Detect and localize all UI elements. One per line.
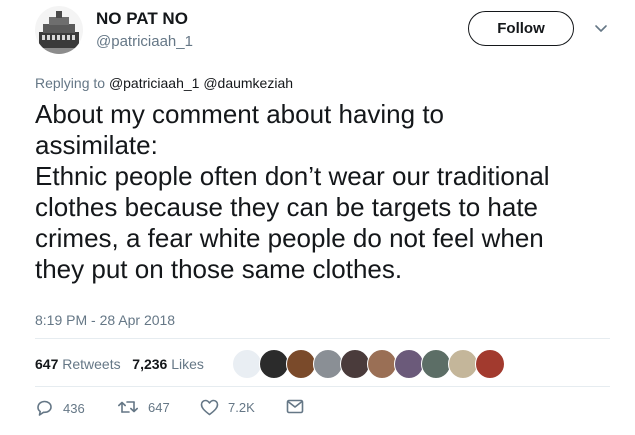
liker-avatar[interactable] bbox=[313, 349, 343, 379]
reply-count: 436 bbox=[63, 400, 85, 416]
likes-count: 7,236 bbox=[132, 356, 168, 372]
liker-avatar[interactable] bbox=[448, 349, 478, 379]
user-handle[interactable]: @patriciaah_1 bbox=[96, 33, 193, 50]
liker-avatar[interactable] bbox=[340, 349, 370, 379]
direct-message-action[interactable] bbox=[286, 399, 304, 414]
replying-to-label: Replying to bbox=[35, 75, 106, 91]
liker-avatar[interactable] bbox=[475, 349, 505, 379]
liker-avatars bbox=[232, 349, 505, 379]
tweet-text-line: Ethnic people often don’t wear our tradi… bbox=[35, 161, 550, 191]
retweets-count: 647 bbox=[35, 356, 59, 372]
reply-icon bbox=[37, 400, 52, 416]
tweet-text-line: About my comment about having to bbox=[35, 99, 445, 129]
avatar[interactable] bbox=[35, 6, 83, 54]
likes-label: Likes bbox=[171, 356, 204, 372]
liker-avatar[interactable] bbox=[367, 349, 397, 379]
tweet-text: About my comment about having to assimil… bbox=[35, 99, 625, 285]
heart-icon bbox=[200, 399, 219, 416]
reply-action[interactable]: 436 bbox=[35, 399, 85, 417]
reply-mention-link[interactable]: @daumkeziah bbox=[203, 75, 293, 91]
liker-avatar[interactable] bbox=[421, 349, 451, 379]
chevron-down-icon[interactable] bbox=[594, 24, 608, 34]
profile-avatar-image bbox=[35, 6, 83, 54]
retweets-label: Retweets bbox=[62, 356, 121, 372]
divider bbox=[35, 338, 610, 339]
follow-button[interactable]: Follow bbox=[468, 11, 574, 46]
retweet-action[interactable]: 647 bbox=[117, 399, 170, 415]
liker-avatar[interactable] bbox=[286, 349, 316, 379]
replying-to: Replying to @patriciaah_1 @daumkeziah bbox=[35, 75, 293, 91]
tweet-timestamp[interactable]: 8:19 PM - 28 Apr 2018 bbox=[35, 312, 175, 328]
tweet-text-line: they put on those same clothes. bbox=[35, 254, 403, 284]
envelope-icon bbox=[286, 399, 304, 414]
liker-avatar[interactable] bbox=[259, 349, 289, 379]
like-action[interactable]: 7.2K bbox=[200, 399, 255, 416]
divider bbox=[35, 386, 610, 387]
tweet-text-line: assimilate: bbox=[35, 130, 158, 160]
display-name[interactable]: NO PAT NO bbox=[96, 9, 188, 29]
reply-mention-link[interactable]: @patriciaah_1 bbox=[109, 75, 200, 91]
likes-stat[interactable]: 7,236 Likes bbox=[132, 356, 204, 372]
liker-avatar[interactable] bbox=[394, 349, 424, 379]
liker-avatar[interactable] bbox=[232, 349, 262, 379]
tweet-text-line: crimes, a fear white people do not feel … bbox=[35, 223, 544, 253]
tweet-text-line: clothes because they can be targets to h… bbox=[35, 192, 539, 222]
retweet-icon bbox=[118, 401, 138, 413]
like-count: 7.2K bbox=[228, 400, 255, 415]
retweets-stat[interactable]: 647 Retweets bbox=[35, 356, 121, 372]
tweet-stats: 647 Retweets 7,236 Likes bbox=[35, 356, 204, 372]
retweet-count: 647 bbox=[148, 399, 170, 415]
